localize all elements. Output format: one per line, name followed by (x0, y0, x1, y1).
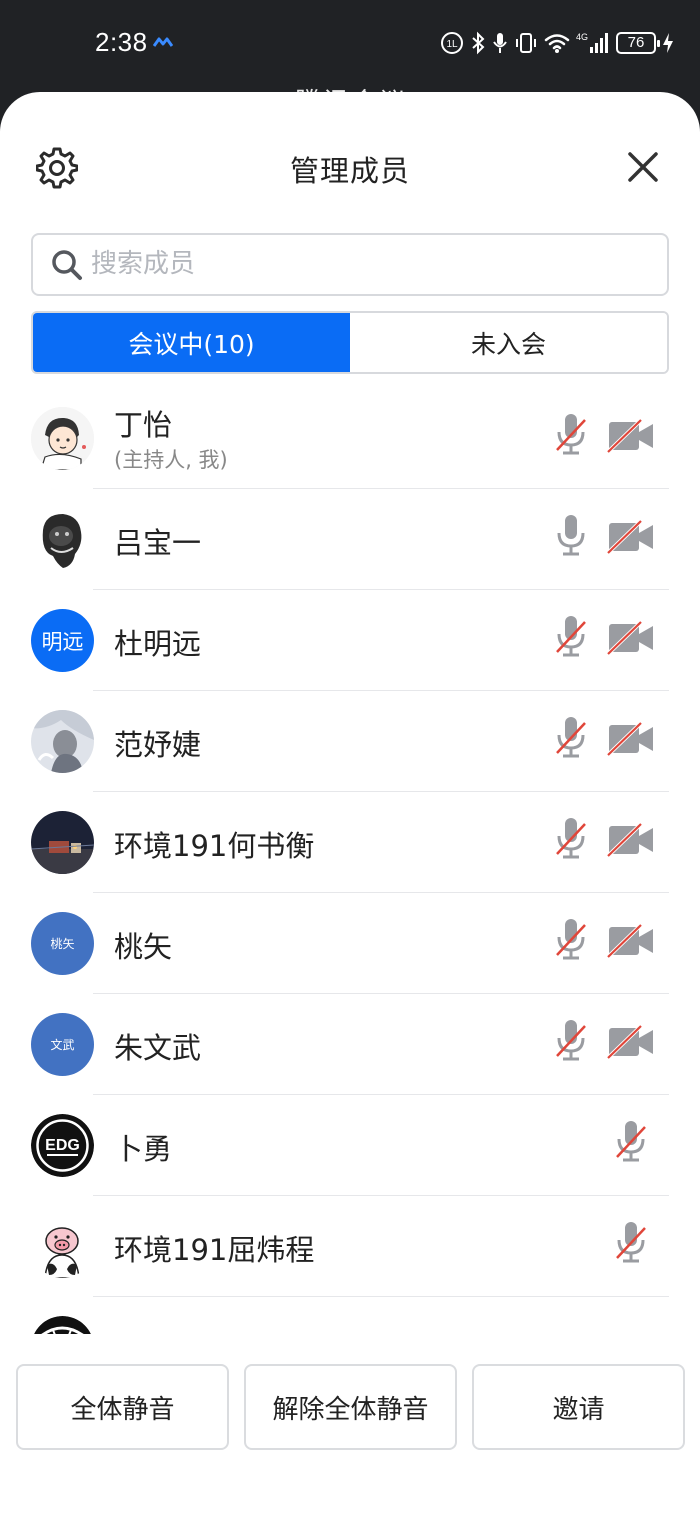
network-type-label: 4G (576, 32, 588, 42)
avatar (31, 508, 94, 571)
wifi-icon (544, 34, 570, 53)
list-item[interactable]: 明远 杜明远 (0, 590, 700, 691)
avatar: 文武 (31, 1013, 94, 1076)
bottom-actions: 全体静音 解除全体静音 邀请 (0, 1364, 700, 1454)
page-title: 管理成员 (289, 154, 410, 188)
list-item[interactable] (0, 1297, 700, 1334)
tab-in-meeting[interactable]: 会议中(10) (33, 313, 350, 372)
charging-icon (663, 33, 673, 53)
photo-avatar-image (31, 710, 94, 773)
mic-muted-icon[interactable] (555, 412, 587, 458)
member-name: 卜勇 (114, 1132, 173, 1166)
list-item[interactable]: EDG 卜勇 (0, 1095, 700, 1196)
app-notification-icon (153, 37, 173, 47)
member-name: 桃矢 (114, 930, 173, 964)
member-name: 杜明远 (114, 627, 202, 661)
avatar (31, 811, 94, 874)
member-name: 范妤婕 (114, 728, 202, 762)
member-role: (主持人, 我) (114, 448, 228, 472)
camera-off-icon[interactable] (607, 620, 655, 656)
battery-indicator: 76 (616, 32, 660, 54)
list-item[interactable]: 吕宝一 (0, 489, 700, 590)
avatar: 明远 (31, 609, 94, 672)
mic-muted-icon[interactable] (555, 614, 587, 660)
status-icons: 1L 4G 76 (440, 28, 674, 58)
sheet-header: 管理成员 (0, 92, 700, 242)
mic-muted-icon[interactable] (615, 1220, 647, 1266)
status-bar: 2:38 1L 4G 76 腾讯会议 (0, 0, 700, 118)
manage-members-sheet: 管理成员 会议中(10) 未入会 (0, 92, 700, 1517)
search-box[interactable] (31, 233, 669, 296)
camera-off-icon[interactable] (607, 822, 655, 858)
bluetooth-icon (472, 31, 485, 55)
list-item[interactable]: 桃矢 桃矢 (0, 893, 700, 994)
hd-call-icon: 1L (441, 32, 463, 54)
mic-muted-icon[interactable] (555, 816, 587, 862)
close-icon[interactable] (626, 150, 660, 184)
member-name: 环境191何书衡 (114, 829, 315, 863)
camera-off-icon[interactable] (607, 923, 655, 959)
svg-text:EDG: EDG (45, 1137, 80, 1154)
camera-off-icon[interactable] (607, 1024, 655, 1060)
list-item[interactable]: 范妤婕 (0, 691, 700, 792)
avatar (31, 407, 94, 470)
camera-off-icon[interactable] (607, 721, 655, 757)
unmute-all-button[interactable]: 解除全体静音 (244, 1364, 457, 1450)
invite-button[interactable]: 邀请 (472, 1364, 685, 1450)
camera-off-icon[interactable] (607, 418, 655, 454)
photo-avatar-image (34, 1316, 91, 1334)
member-name: 丁怡 (114, 408, 173, 442)
list-item[interactable]: 丁怡 (主持人, 我) (0, 388, 700, 489)
avatar: 桃矢 (31, 912, 94, 975)
cartoon-avatar-image (31, 407, 94, 470)
mic-muted-icon[interactable] (615, 1119, 647, 1165)
mic-muted-icon[interactable] (555, 715, 587, 761)
member-name: 朱文武 (114, 1031, 202, 1065)
list-item[interactable]: 环境191屈炜程 (0, 1196, 700, 1297)
search-icon (52, 250, 82, 280)
list-item[interactable]: 文武 朱文武 (0, 994, 700, 1095)
status-time: 2:38 (95, 27, 148, 57)
tab-not-joined[interactable]: 未入会 (350, 313, 667, 372)
member-name: 环境191屈炜程 (114, 1233, 315, 1267)
member-list: 丁怡 (主持人, 我) 吕宝一 明远 杜明远 范妤婕 环境191何书衡 桃矢 桃… (0, 388, 700, 1334)
camera-off-icon[interactable] (607, 519, 655, 555)
microphone-status-icon (493, 33, 507, 53)
edg-logo-avatar-image: EDG (31, 1114, 94, 1177)
member-tabs: 会议中(10) 未入会 (31, 311, 669, 374)
pig-avatar-image (31, 1215, 94, 1278)
list-item[interactable]: 环境191何书衡 (0, 792, 700, 893)
search-input[interactable] (91, 241, 651, 287)
svg-text:1L: 1L (446, 39, 458, 50)
avatar (31, 1316, 94, 1334)
photo-avatar-image (31, 508, 94, 571)
member-name: 吕宝一 (114, 526, 202, 560)
mute-all-button[interactable]: 全体静音 (16, 1364, 229, 1450)
cellular-signal-icon: 4G (576, 32, 608, 53)
avatar: EDG (31, 1114, 94, 1177)
mic-on-icon[interactable] (555, 513, 587, 559)
photo-avatar-image (31, 811, 94, 874)
mic-muted-icon[interactable] (555, 917, 587, 963)
mic-muted-icon[interactable] (555, 1018, 587, 1064)
vibrate-icon (516, 33, 536, 53)
avatar (31, 1215, 94, 1278)
avatar (31, 710, 94, 773)
